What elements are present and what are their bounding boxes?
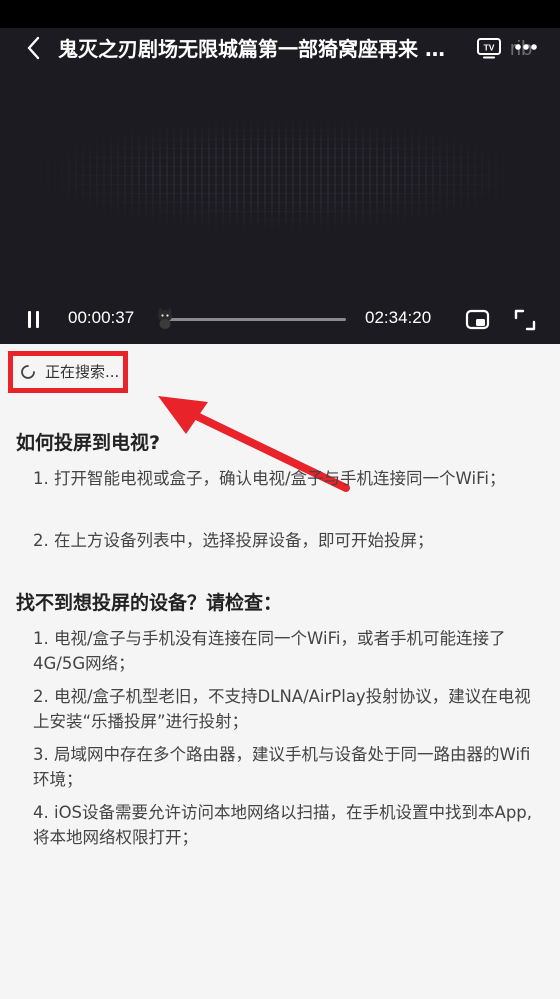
- more-dots-icon: [515, 44, 537, 50]
- player-top-bar: 鬼灭之刃剧场无限城篇第一部猗窝座再来 … TV rib: [0, 28, 560, 68]
- loading-spinner-icon: [21, 365, 35, 379]
- tv-cast-button[interactable]: TV: [476, 36, 502, 60]
- searching-text: 正在搜索...: [45, 363, 120, 381]
- tv-cast-icon: TV: [477, 38, 501, 59]
- progress-thumb[interactable]: [154, 306, 176, 330]
- troubleshoot-item: 4. iOS设备需要允许访问本地网络以扫描，在手机设置中找到本App, 将本地网…: [33, 803, 533, 847]
- svg-text:TV: TV: [484, 43, 495, 53]
- more-button[interactable]: rib: [510, 36, 540, 62]
- how-to-item: 2. 在上方设备列表中，选择投屏设备，即可开始投屏；: [33, 531, 434, 550]
- current-time: 00:00:37: [68, 308, 135, 327]
- picture-in-picture-icon: [465, 309, 490, 330]
- fullscreen-button[interactable]: [512, 307, 538, 333]
- chevron-left-icon: [27, 36, 40, 60]
- video-title: 鬼灭之刃剧场无限城篇第一部猗窝座再来 …: [58, 37, 445, 61]
- video-player[interactable]: 鬼灭之刃剧场无限城篇第一部猗窝座再来 … TV rib 00:00:37 02:…: [0, 0, 560, 344]
- status-bar: [0, 0, 560, 28]
- troubleshoot-item: 3. 局域网中存在多个路由器，建议手机与设备处于同一路由器的Wifi环境；: [33, 745, 531, 789]
- pause-icon: [28, 311, 39, 328]
- video-frame: [40, 120, 520, 230]
- cat-mascot-icon: [158, 307, 172, 329]
- troubleshoot-item: 1. 电视/盒子与手机没有连接在同一个WiFi，或者手机可能连接了4G/5G网络…: [33, 629, 506, 673]
- player-controls: 00:00:37 02:34:20: [0, 300, 560, 340]
- progress-bar[interactable]: [162, 318, 346, 321]
- total-time: 02:34:20: [365, 308, 432, 327]
- troubleshoot-heading: 找不到想投屏的设备？请检查：: [16, 592, 283, 614]
- pip-button[interactable]: [465, 308, 491, 332]
- back-button[interactable]: [22, 34, 46, 62]
- pause-button[interactable]: [24, 309, 44, 331]
- searching-status: 正在搜索...: [8, 351, 128, 393]
- troubleshoot-item: 2. 电视/盒子机型老旧，不支持DLNA/AirPlay投射协议，建议在电视上安…: [33, 687, 531, 731]
- how-to-heading: 如何投屏到电视?: [16, 432, 161, 454]
- how-to-item: 1. 打开智能电视或盒子，确认电视/盒子与手机连接同一个WiFi；: [33, 469, 506, 488]
- fullscreen-icon: [514, 309, 536, 331]
